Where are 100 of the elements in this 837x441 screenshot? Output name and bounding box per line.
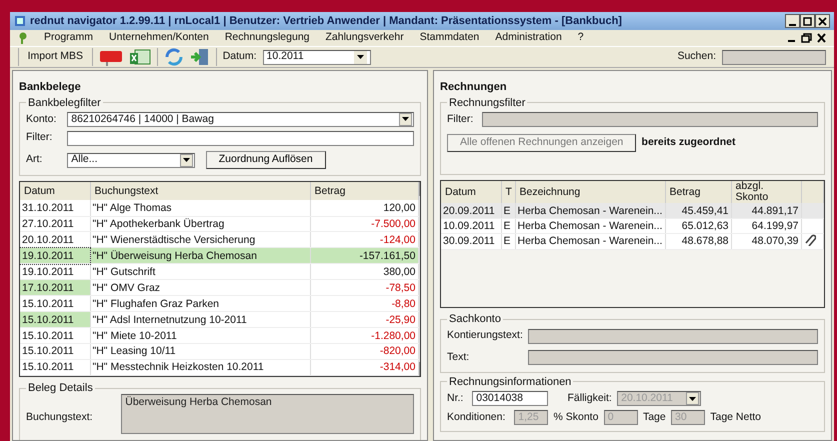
dropdown-caret-icon[interactable] — [399, 112, 412, 126]
text-area[interactable]: Überweisung Herba Chemosan — [121, 394, 414, 434]
menu-item[interactable]: Zahlungsverkehr — [326, 30, 404, 46]
table-cell: E — [501, 203, 515, 218]
pdf-icon[interactable] — [98, 48, 123, 66]
table-cell: 45.459,41 — [665, 203, 731, 218]
column-header[interactable]: Betrag — [665, 181, 731, 204]
text-field[interactable] — [528, 350, 818, 366]
field-label: Tage — [642, 410, 666, 424]
resolve-button[interactable]: Zuordnung Auflösen — [206, 151, 326, 169]
table-cell: -78,50 — [310, 280, 418, 296]
menu-item[interactable]: Programm — [44, 30, 94, 46]
filter-field[interactable] — [67, 130, 414, 146]
table-cell: "H" Leasing 10/11 — [90, 344, 310, 360]
table-cell: 15.10.2011 — [20, 312, 90, 328]
account-dropdown[interactable]: 86210264746 | 14000 | Bawag — [67, 112, 414, 127]
door-arrow-icon[interactable] — [190, 48, 210, 66]
date-dropdown[interactable]: 10.2011 — [262, 50, 371, 64]
table-cell: 20.09.2011 — [441, 203, 501, 218]
column-header[interactable]: abzgl. Skonto — [731, 181, 801, 204]
window-title: rednut navigator 1.2.99.11 | rnLocal1 | Benutzer: Vertrieb Anwender | Mandant: Präsentationssystem - [Bankbuch] — [30, 14, 623, 29]
table-cell: "H" Adsl Internetnutzung 10-2011 — [90, 312, 310, 328]
column-header[interactable]: Bezeichnung — [515, 181, 665, 204]
invoice-number-field[interactable]: 03014038 — [472, 391, 548, 406]
search-field[interactable] — [722, 50, 826, 64]
table-cell: "H" Apothekerbank Übertrag — [90, 216, 310, 232]
maximize-icon[interactable] — [800, 14, 815, 28]
table-cell: 120,00 — [310, 200, 418, 216]
table-cell: "H" Messtechnik Heizkosten 10.2011 — [90, 359, 310, 376]
table-cell: 19.10.2011 — [20, 248, 90, 264]
dropdown-caret-icon — [354, 50, 367, 64]
table-cell: E — [501, 218, 515, 234]
table-cell: "H" Gutschrift — [90, 264, 310, 280]
table-cell: "H" Miete 10-2011 — [90, 328, 310, 344]
table-cell: -1.280,00 — [310, 328, 418, 344]
table-cell: Herba Chemosan - Warenein... — [515, 218, 665, 234]
table-cell: 44.891,17 — [731, 203, 801, 218]
field-label: Text: — [447, 350, 470, 365]
menu-item[interactable]: Rechnungslegung — [224, 30, 310, 46]
table-cell: -157.161,50 — [310, 248, 418, 264]
app-icon — [14, 15, 26, 27]
table-cell: 27.10.2011 — [20, 216, 90, 232]
column-header[interactable]: Betrag — [310, 182, 418, 200]
table-cell: E — [501, 233, 515, 250]
field-label: Konditionen: — [447, 410, 506, 424]
import-button[interactable]: Import MBS — [25, 49, 86, 65]
search-label: Suchen: — [677, 49, 716, 64]
table-cell: 31.10.2011 — [20, 200, 90, 216]
status-text: bereits zugeordnet — [642, 135, 736, 150]
table-cell: 17.10.2011 — [20, 280, 90, 296]
leaf-icon — [18, 32, 28, 44]
close-icon[interactable] — [815, 14, 830, 28]
column-header[interactable]: Datum — [20, 182, 90, 200]
group-label: Bankbelegfilter — [27, 96, 102, 108]
table-cell: "H" Alge Thomas — [90, 200, 310, 216]
dropdown-caret-icon[interactable] — [180, 154, 194, 166]
column-header[interactable]: T — [501, 181, 515, 204]
table-cell: "H" Überweisung Herba Chemosan — [90, 248, 310, 264]
field-label: Art: — [26, 152, 44, 168]
table-cell: 48.678,88 — [665, 233, 731, 250]
table-cell: 15.10.2011 — [20, 344, 90, 360]
table-cell: -8,80 — [310, 296, 418, 312]
menu-item[interactable]: Unternehmen/Konten — [109, 30, 209, 46]
table-cell: 64.199,97 — [731, 218, 801, 234]
table-cell: 30.09.2011 — [441, 233, 501, 250]
table-cell: 65.012,63 — [665, 218, 731, 234]
field-label: Filter: — [26, 130, 54, 146]
menu-item[interactable]: Administration — [495, 30, 562, 46]
text-field[interactable] — [528, 328, 818, 344]
restore-icon[interactable] — [800, 33, 812, 43]
group-label: Rechnungsfilter — [448, 96, 526, 108]
group-label: Rechnungsinformationen — [448, 376, 572, 388]
table-cell: 380,00 — [310, 264, 418, 280]
field-label: Nr.: — [447, 390, 464, 406]
table-cell: Herba Chemosan - Warenein... — [515, 203, 665, 218]
field-label: Kontierungstext: — [447, 328, 523, 344]
refresh-icon[interactable] — [164, 48, 184, 66]
type-dropdown[interactable]: Alle... — [67, 152, 196, 168]
column-header[interactable]: Buchungstext — [90, 182, 310, 200]
column-header[interactable]: Datum — [441, 181, 501, 204]
minimize-icon[interactable] — [785, 14, 800, 28]
table-cell: -7.500,00 — [310, 216, 418, 232]
field-label: Fälligkeit: — [568, 390, 612, 406]
filter-field[interactable] — [482, 112, 818, 127]
section-title: Rechnungen — [440, 80, 508, 95]
menu-item[interactable]: Stammdaten — [420, 30, 480, 46]
spreadsheet-icon[interactable] — [128, 48, 151, 66]
date-label: Datum: — [222, 49, 257, 64]
table-cell: 15.10.2011 — [20, 328, 90, 344]
group-label: Sachkonto — [448, 313, 502, 326]
close-icon[interactable] — [817, 33, 826, 43]
paperclip-icon[interactable] — [804, 234, 816, 246]
menu-item[interactable]: ? — [578, 30, 584, 46]
table-cell: "H" Flughafen Graz Parken — [90, 296, 310, 312]
table-cell: "H" OMV Graz — [90, 280, 310, 296]
table-cell: 10.09.2011 — [441, 218, 501, 234]
table-cell: Herba Chemosan - Warenein... — [515, 233, 665, 250]
field-label: % Skonto — [554, 410, 598, 424]
show-invoices-button[interactable]: Alle offenen Rechnungen anzeigen — [447, 134, 636, 152]
field-label: Buchungstext: — [26, 410, 94, 425]
